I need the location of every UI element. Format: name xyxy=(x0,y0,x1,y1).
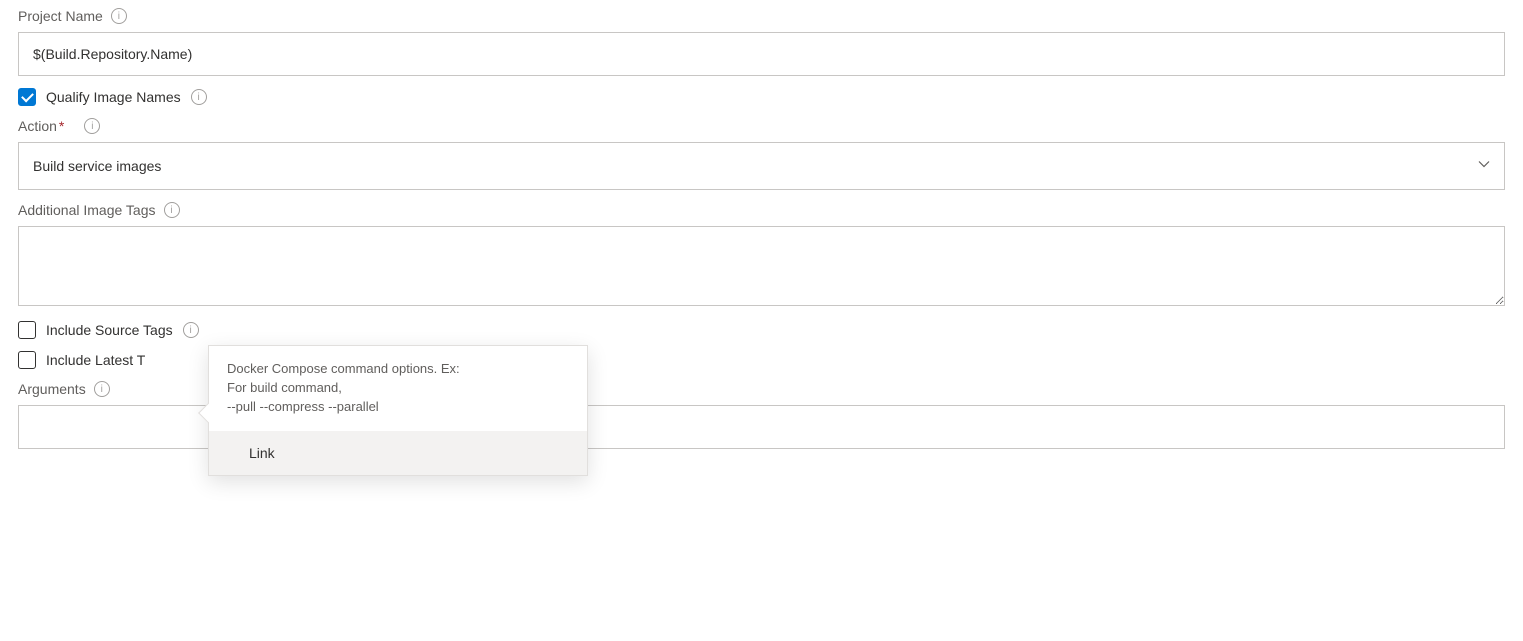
include-latest-tag-checkbox[interactable] xyxy=(18,351,36,369)
project-name-field: Project Name i xyxy=(18,8,1505,76)
action-select-value: Build service images xyxy=(33,158,161,174)
info-icon[interactable]: i xyxy=(94,381,110,397)
include-source-tags-checkbox[interactable] xyxy=(18,321,36,339)
info-icon[interactable]: i xyxy=(183,322,199,338)
qualify-image-names-checkbox[interactable] xyxy=(18,88,36,106)
action-select-wrapper: Build service images xyxy=(18,142,1505,190)
arguments-field: Arguments i Docker Compose command optio… xyxy=(18,381,1505,449)
qualify-image-names-label: Qualify Image Names xyxy=(46,89,181,105)
action-label-row: Action* i xyxy=(18,118,1505,134)
additional-image-tags-label: Additional Image Tags xyxy=(18,202,156,218)
tooltip-body: Docker Compose command options. Ex: For … xyxy=(209,346,587,431)
action-select[interactable]: Build service images xyxy=(18,142,1505,190)
tooltip-line3: --pull --compress --parallel xyxy=(227,398,569,417)
project-name-label: Project Name xyxy=(18,8,103,24)
additional-image-tags-input[interactable] xyxy=(18,226,1505,306)
info-icon[interactable]: i xyxy=(164,202,180,218)
project-name-input[interactable] xyxy=(18,32,1505,76)
include-source-tags-row: Include Source Tags i xyxy=(18,321,1505,339)
info-icon[interactable]: i xyxy=(191,89,207,105)
arguments-label: Arguments xyxy=(18,381,86,397)
include-source-tags-label: Include Source Tags xyxy=(46,322,173,338)
tooltip-line1: Docker Compose command options. Ex: xyxy=(227,360,569,379)
required-asterisk: * xyxy=(59,118,64,134)
arguments-tooltip: Docker Compose command options. Ex: For … xyxy=(208,345,588,476)
tooltip-line2: For build command, xyxy=(227,379,569,398)
additional-image-tags-field: Additional Image Tags i xyxy=(18,202,1505,309)
additional-image-tags-label-row: Additional Image Tags i xyxy=(18,202,1505,218)
project-name-label-row: Project Name i xyxy=(18,8,1505,24)
tooltip-footer: Link xyxy=(209,431,587,475)
info-icon[interactable]: i xyxy=(84,118,100,134)
action-field: Action* i Build service images xyxy=(18,118,1505,190)
info-icon[interactable]: i xyxy=(111,8,127,24)
qualify-image-names-row: Qualify Image Names i xyxy=(18,88,1505,106)
action-label: Action* xyxy=(18,118,64,134)
tooltip-link[interactable]: Link xyxy=(249,445,275,461)
include-latest-tag-label: Include Latest T xyxy=(46,352,145,368)
